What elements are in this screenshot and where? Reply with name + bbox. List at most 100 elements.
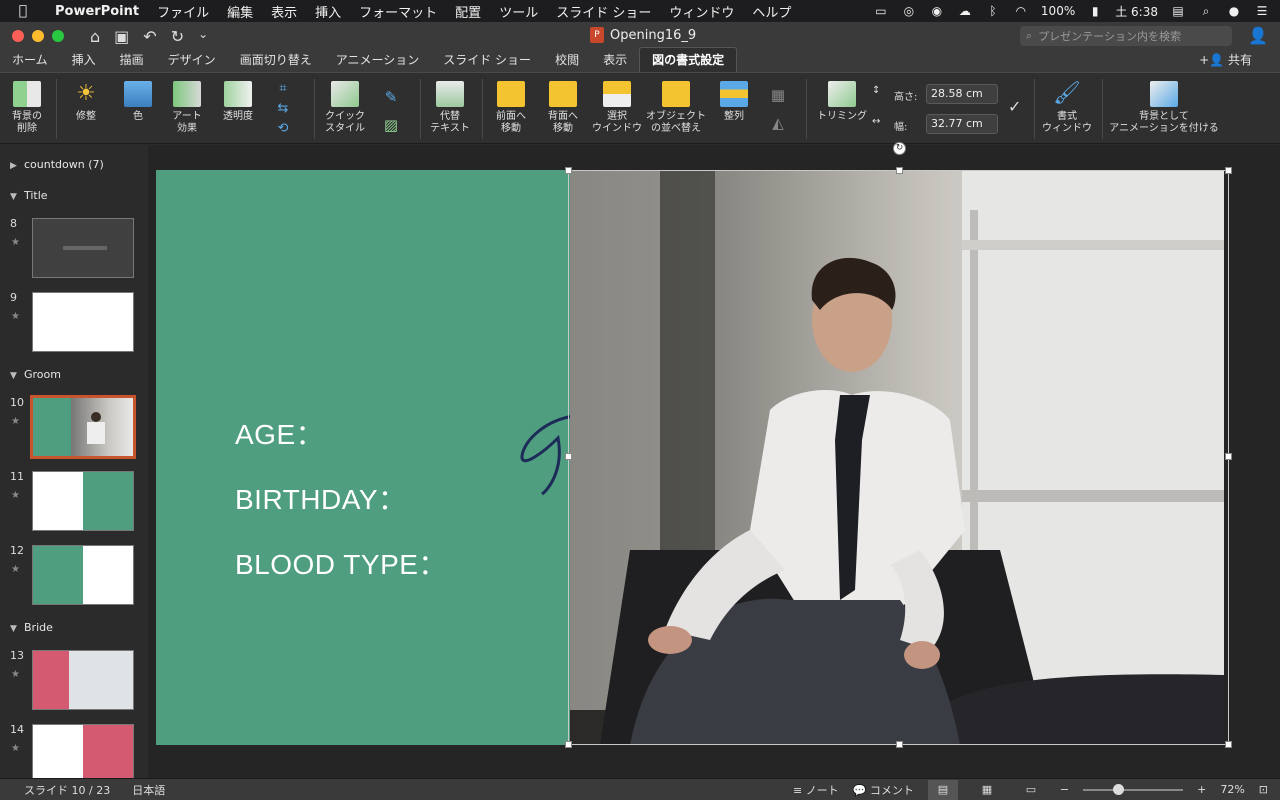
slide-thumbnail-8[interactable] xyxy=(32,218,134,278)
remove-background-button[interactable]: 背景の 削除 xyxy=(8,81,46,135)
menu-edit[interactable]: 編集 xyxy=(218,2,262,21)
section-title[interactable]: ▼ Title xyxy=(10,189,48,202)
slide-canvas[interactable]: AGE： BIRTHDAY： BLOOD TYPE： xyxy=(148,145,1280,778)
battery-icon[interactable]: ▮ xyxy=(1087,4,1103,18)
zoom-window-button[interactable] xyxy=(52,30,64,42)
menu-file[interactable]: ファイル xyxy=(148,2,218,21)
picture-border-effects[interactable]: ✎ ▨ xyxy=(376,83,406,139)
tab-picture-format[interactable]: 図の書式設定 xyxy=(639,47,738,72)
green-info-panel[interactable]: AGE： BIRTHDAY： BLOOD TYPE： xyxy=(156,170,575,745)
creative-cloud-icon[interactable]: ◎ xyxy=(901,4,917,18)
resize-handle-bl[interactable] xyxy=(565,741,572,748)
height-field[interactable]: 28.58 cm xyxy=(926,84,998,104)
format-pane-button[interactable]: 🖌 書式 ウィンドウ xyxy=(1040,81,1094,135)
resize-handle-top[interactable] xyxy=(896,167,903,174)
apple-icon[interactable]:  xyxy=(0,3,46,19)
tab-review[interactable]: 校閲 xyxy=(543,51,591,72)
notification-center-icon[interactable]: ☰ xyxy=(1254,4,1270,18)
blood-type-label[interactable]: BLOOD TYPE： xyxy=(235,543,447,583)
birthday-label[interactable]: BIRTHDAY： xyxy=(235,478,407,518)
resize-handle-tr[interactable] xyxy=(1225,167,1232,174)
sync-icon[interactable]: ◉ xyxy=(929,4,945,18)
tab-design[interactable]: デザイン xyxy=(156,51,228,72)
quick-styles-button[interactable]: クイック スタイル xyxy=(322,81,368,135)
home-icon[interactable]: ⌂ xyxy=(90,27,100,46)
slide[interactable]: AGE： BIRTHDAY： BLOOD TYPE： xyxy=(156,170,1224,745)
cloud-upload-icon[interactable]: ☁ xyxy=(957,4,973,18)
undo-icon[interactable]: ↶ xyxy=(143,27,156,46)
menu-help[interactable]: ヘルプ xyxy=(743,2,800,21)
resize-handle-left[interactable] xyxy=(565,453,572,460)
compress-pictures-button[interactable]: ⌗ ⇆ ⟲ xyxy=(270,79,296,139)
customize-toolbar-icon[interactable]: ⌄ xyxy=(198,27,208,46)
art-effects-button[interactable]: アート 効果 xyxy=(166,81,208,135)
menu-slideshow[interactable]: スライド ショー xyxy=(547,2,660,21)
menu-view[interactable]: 表示 xyxy=(262,2,306,21)
send-backward-button[interactable]: 背面へ 移動 xyxy=(542,81,584,135)
account-icon[interactable]: 👤 xyxy=(1248,26,1268,45)
fit-to-window-icon[interactable]: ⊡ xyxy=(1259,783,1268,796)
zoom-slider[interactable] xyxy=(1083,783,1184,795)
corrections-button[interactable]: ☀ 修整 xyxy=(64,81,108,123)
reorder-objects-button[interactable]: オブジェクト の並べ替え xyxy=(646,81,706,135)
section-groom[interactable]: ▼ Groom xyxy=(10,368,61,381)
alt-text-button[interactable]: 代替 テキスト xyxy=(428,81,472,135)
notes-button[interactable]: ≡ ノート xyxy=(793,782,839,798)
minimize-window-button[interactable] xyxy=(32,30,44,42)
presenter-view-button[interactable]: ▭ xyxy=(1016,780,1046,800)
slide-thumbnail-10[interactable] xyxy=(30,395,136,459)
rotate-handle-icon[interactable]: ↻ xyxy=(893,142,906,155)
tab-view[interactable]: 表示 xyxy=(591,51,639,72)
slide-thumbnail-12[interactable] xyxy=(32,545,134,605)
share-button[interactable]: +👤 共有 xyxy=(1199,51,1280,72)
clock[interactable]: 土 6:38 xyxy=(1115,3,1158,20)
tab-slideshow[interactable]: スライド ショー xyxy=(431,51,543,72)
slide-sorter-button[interactable]: ▦ xyxy=(972,780,1002,800)
menu-insert[interactable]: 挿入 xyxy=(306,2,350,21)
search-input[interactable]: ⌕ プレゼンテーション内を検索 xyxy=(1020,26,1232,46)
width-field[interactable]: 32.77 cm xyxy=(926,114,998,134)
zoom-out-button[interactable]: − xyxy=(1060,783,1069,796)
tab-draw[interactable]: 描画 xyxy=(108,51,156,72)
menu-arrange[interactable]: 配置 xyxy=(446,2,490,21)
spotlight-icon[interactable]: ⌕ xyxy=(1198,4,1214,19)
comments-button[interactable]: 💬 コメント xyxy=(853,782,914,798)
bluetooth-icon[interactable]: ᛒ xyxy=(985,4,1001,18)
section-bride[interactable]: ▼ Bride xyxy=(10,621,53,634)
tab-animations[interactable]: アニメーション xyxy=(324,51,432,72)
siri-icon[interactable]: ● xyxy=(1226,4,1242,18)
tab-home[interactable]: ホーム xyxy=(0,51,60,72)
menu-tools[interactable]: ツール xyxy=(490,2,547,21)
zoom-slider-knob[interactable] xyxy=(1113,783,1125,795)
slide-thumbnail-11[interactable] xyxy=(32,471,134,531)
lock-aspect-ratio-icon[interactable]: ✓ xyxy=(1008,97,1021,116)
resize-handle-tl[interactable] xyxy=(565,167,572,174)
resize-handle-right[interactable] xyxy=(1225,453,1232,460)
tab-transitions[interactable]: 画面切り替え xyxy=(228,51,324,72)
bring-forward-button[interactable]: 前面へ 移動 xyxy=(490,81,532,135)
selection-pane-button[interactable]: 選択 ウインドウ xyxy=(592,81,642,135)
transparency-button[interactable]: 透明度 xyxy=(216,81,260,123)
slide-thumbnail-13[interactable] xyxy=(32,650,134,710)
wifi-icon[interactable]: ◠ xyxy=(1013,4,1029,18)
menu-window[interactable]: ウィンドウ xyxy=(660,2,743,21)
save-icon[interactable]: ▣ xyxy=(114,27,129,46)
menu-app-name[interactable]: PowerPoint xyxy=(46,4,148,19)
slide-thumbnail-9[interactable] xyxy=(32,292,134,352)
tab-insert[interactable]: 挿入 xyxy=(60,51,108,72)
animate-as-background-button[interactable]: 背景として アニメーションを付ける xyxy=(1108,81,1220,135)
groom-photo[interactable] xyxy=(570,170,1224,745)
normal-view-button[interactable]: ▤ xyxy=(927,779,958,800)
menu-format[interactable]: フォーマット xyxy=(350,2,446,21)
language-indicator[interactable]: 日本語 xyxy=(132,782,165,798)
age-label[interactable]: AGE： xyxy=(235,413,324,453)
resize-handle-bottom[interactable] xyxy=(896,741,903,748)
slide-thumbnail-14[interactable] xyxy=(32,724,134,778)
resize-handle-br[interactable] xyxy=(1225,741,1232,748)
group-rotate[interactable]: ▦ ◭ xyxy=(764,81,792,137)
close-window-button[interactable] xyxy=(12,30,24,42)
redo-icon[interactable]: ↻ xyxy=(171,27,184,46)
zoom-in-button[interactable]: + xyxy=(1197,783,1206,796)
input-flag-icon[interactable]: ▤ xyxy=(1170,4,1186,18)
color-button[interactable]: 色 xyxy=(118,81,158,123)
